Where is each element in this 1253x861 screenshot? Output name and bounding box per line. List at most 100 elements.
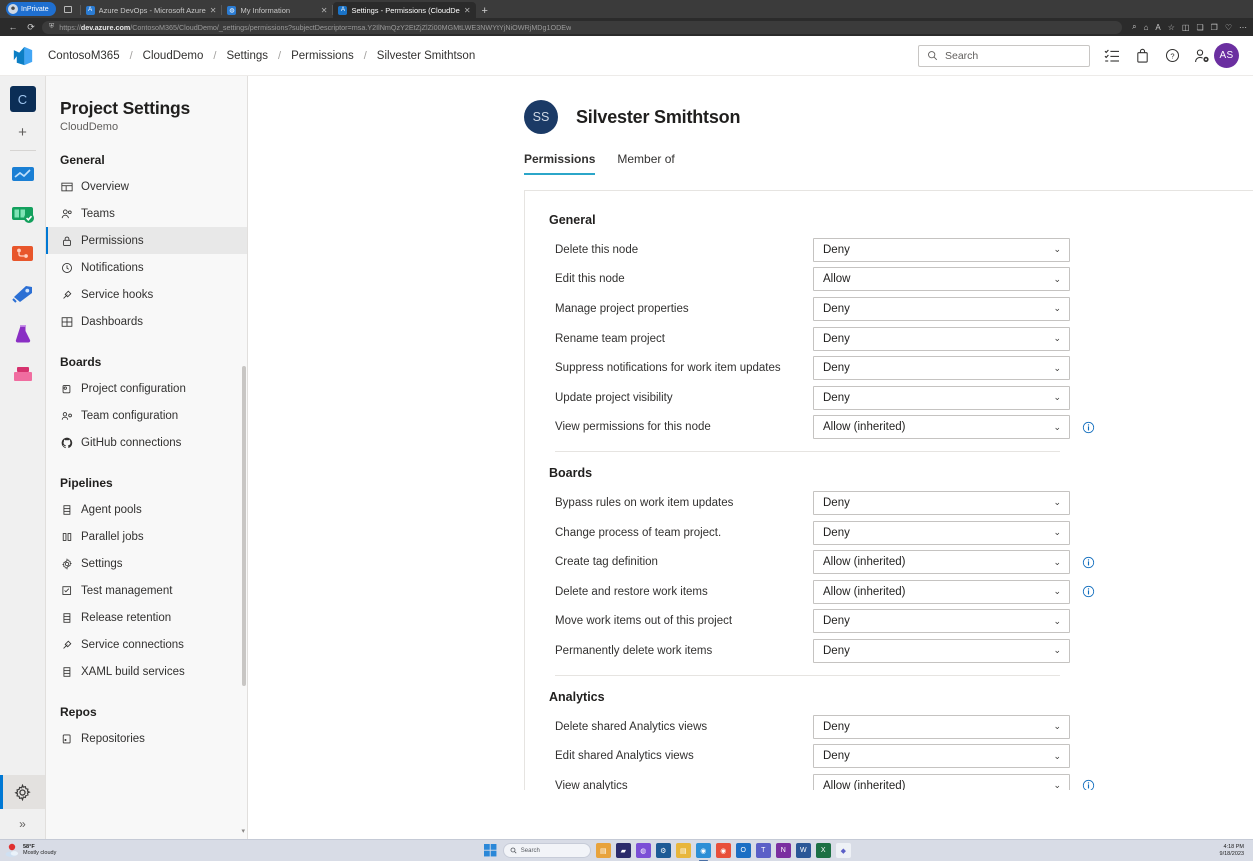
taskbar-app-folder[interactable]: ▤ (676, 843, 691, 858)
refresh-icon[interactable]: ⟳ (24, 22, 38, 33)
tab-permissions[interactable]: Permissions (524, 152, 595, 175)
rail-item-boards[interactable] (10, 201, 36, 227)
sidebar-item-service-connections[interactable]: Service connections (46, 631, 247, 658)
sidebar-item-xaml-build-services[interactable]: XAML build services (46, 658, 247, 685)
taskbar-app-excel[interactable]: X (816, 843, 831, 858)
sidebar-item-github-connections[interactable]: GitHub connections (46, 429, 247, 456)
permission-dropdown[interactable]: Allow (inherited)⌄ (813, 580, 1070, 604)
permission-dropdown[interactable]: Deny⌄ (813, 715, 1070, 739)
expand-rail-icon[interactable]: » (0, 809, 45, 839)
read-aloud-icon[interactable]: A (1155, 23, 1160, 32)
permission-dropdown[interactable]: Deny⌄ (813, 297, 1070, 321)
sidebar-item-project-configuration[interactable]: Project configuration (46, 375, 247, 402)
tab-member-of[interactable]: Member of (617, 152, 674, 175)
scrollbar-thumb[interactable] (242, 366, 246, 686)
sidebar-item-release-retention[interactable]: Release retention (46, 604, 247, 631)
permission-dropdown[interactable]: Deny⌄ (813, 744, 1070, 768)
sidebar-item-teams[interactable]: Teams (46, 200, 247, 227)
taskbar-app-chrome[interactable]: ◉ (716, 843, 731, 858)
sidebar-item-settings[interactable]: Settings (46, 550, 247, 577)
breadcrumb-item-settings[interactable]: Settings (224, 50, 270, 62)
permission-dropdown[interactable]: Deny⌄ (813, 386, 1070, 410)
rail-item-overview[interactable] (10, 161, 36, 187)
rail-item-repos[interactable] (10, 241, 36, 267)
permission-dropdown[interactable]: Deny⌄ (813, 491, 1070, 515)
sidebar-item-permissions[interactable]: Permissions (46, 227, 247, 254)
favorite-icon[interactable]: ☆ (1168, 23, 1175, 32)
collections-icon[interactable]: ❏ (1196, 23, 1203, 32)
close-icon[interactable]: ✕ (321, 6, 328, 15)
user-avatar[interactable]: AS (1214, 43, 1239, 68)
sidebar-item-overview[interactable]: Overview (46, 173, 247, 200)
permission-dropdown[interactable]: Deny⌄ (813, 521, 1070, 545)
sidebar-item-dashboards[interactable]: Dashboards (46, 308, 247, 335)
permission-dropdown[interactable]: Allow (inherited)⌄ (813, 550, 1070, 574)
azure-devops-logo-icon[interactable] (0, 45, 46, 67)
browser-essentials-icon[interactable]: ♡ (1225, 23, 1232, 32)
tab-search-icon[interactable] (60, 2, 76, 16)
taskbar-app-onenote[interactable]: N (776, 843, 791, 858)
more-icon[interactable]: ⋯ (1239, 23, 1247, 32)
new-tab-button[interactable]: + (476, 5, 494, 18)
help-circle-icon[interactable]: ? (1164, 48, 1180, 64)
inherited-info-icon[interactable] (1080, 421, 1096, 434)
back-icon[interactable]: ← (6, 22, 20, 32)
browser-tab-2[interactable]: A Settings - Permissions (CloudDe ✕ (333, 2, 475, 18)
rail-item-settings[interactable] (0, 775, 45, 809)
weather-widget[interactable]: 58°F Mostly cloudy (4, 843, 114, 859)
browser-tab-0[interactable]: A Azure DevOps - Microsoft Azure ✕ (81, 2, 222, 18)
zoom-icon[interactable]: ⌕ (1132, 22, 1136, 32)
project-avatar[interactable]: C (10, 86, 36, 112)
sidebar-item-team-configuration[interactable]: Team configuration (46, 402, 247, 429)
inherited-info-icon[interactable] (1080, 585, 1096, 598)
taskbar-app-word[interactable]: W (796, 843, 811, 858)
add-icon[interactable]: + (18, 124, 27, 141)
breadcrumb-item-org[interactable]: ContosoM365 (46, 50, 122, 62)
permission-dropdown[interactable]: Allow (inherited)⌄ (813, 415, 1070, 439)
browser-tab-1[interactable]: ◍ My Information ✕ (222, 2, 332, 18)
address-bar[interactable]: ⛨ https://dev.azure.com/ContosoM365/Clou… (42, 21, 1122, 34)
taskbar-app-settings[interactable]: ⚙ (656, 843, 671, 858)
close-icon[interactable]: ✕ (210, 6, 217, 15)
permission-dropdown[interactable]: Deny⌄ (813, 238, 1070, 262)
permission-dropdown[interactable]: Allow⌄ (813, 267, 1070, 291)
home-icon[interactable]: ⌂ (1144, 23, 1149, 32)
taskbar-app-chat[interactable]: ◍ (636, 843, 651, 858)
sidebar-item-test-management[interactable]: Test management (46, 577, 247, 604)
taskbar-app-visio[interactable]: ◆ (836, 843, 851, 858)
search-input[interactable]: Search (918, 45, 1090, 67)
taskbar-search-input[interactable]: Search (503, 843, 591, 858)
sidebar-item-service-hooks[interactable]: Service hooks (46, 281, 247, 308)
inherited-info-icon[interactable] (1080, 556, 1096, 569)
split-screen-icon[interactable]: ◫ (1182, 23, 1190, 32)
taskbar-app-file-explorer[interactable]: ▰ (616, 843, 631, 858)
breadcrumb-item-project[interactable]: CloudDemo (141, 50, 206, 62)
permission-dropdown[interactable]: Deny⌄ (813, 327, 1070, 351)
user-settings-icon[interactable] (1194, 48, 1210, 64)
rail-item-test-plans[interactable] (10, 321, 36, 347)
inprivate-badge[interactable]: ☻ InPrivate (6, 2, 56, 16)
breadcrumb-item-user[interactable]: Silvester Smithtson (375, 50, 477, 62)
permission-dropdown[interactable]: Allow (inherited)⌄ (813, 774, 1070, 790)
start-button-icon[interactable] (483, 843, 498, 858)
sidebar-item-notifications[interactable]: Notifications (46, 254, 247, 281)
taskbar-app-briefcase[interactable]: ▤ (596, 843, 611, 858)
copilot-icon[interactable]: ❐ (1211, 23, 1218, 32)
inherited-info-icon[interactable] (1080, 779, 1096, 790)
permission-dropdown[interactable]: Deny⌄ (813, 639, 1070, 663)
marketplace-bag-icon[interactable] (1134, 48, 1150, 64)
taskbar-clock[interactable]: 4:18 PM 9/18/2023 (1220, 844, 1244, 856)
sidebar-item-agent-pools[interactable]: Agent pools (46, 496, 247, 523)
close-icon[interactable]: ✕ (464, 6, 471, 15)
rail-item-pipelines[interactable] (10, 281, 36, 307)
taskbar-app-teams[interactable]: T (756, 843, 771, 858)
taskbar-app-edge[interactable]: ◉ (696, 843, 711, 858)
sidebar-scrollbar[interactable] (242, 76, 246, 839)
taskbar-app-outlook[interactable]: O (736, 843, 751, 858)
permission-dropdown[interactable]: Deny⌄ (813, 609, 1070, 633)
permission-dropdown[interactable]: Deny⌄ (813, 356, 1070, 380)
rail-item-artifacts[interactable] (10, 361, 36, 387)
breadcrumb-item-permissions[interactable]: Permissions (289, 50, 356, 62)
sidebar-item-parallel-jobs[interactable]: Parallel jobs (46, 523, 247, 550)
sidebar-item-repositories[interactable]: Repositories (46, 725, 247, 752)
